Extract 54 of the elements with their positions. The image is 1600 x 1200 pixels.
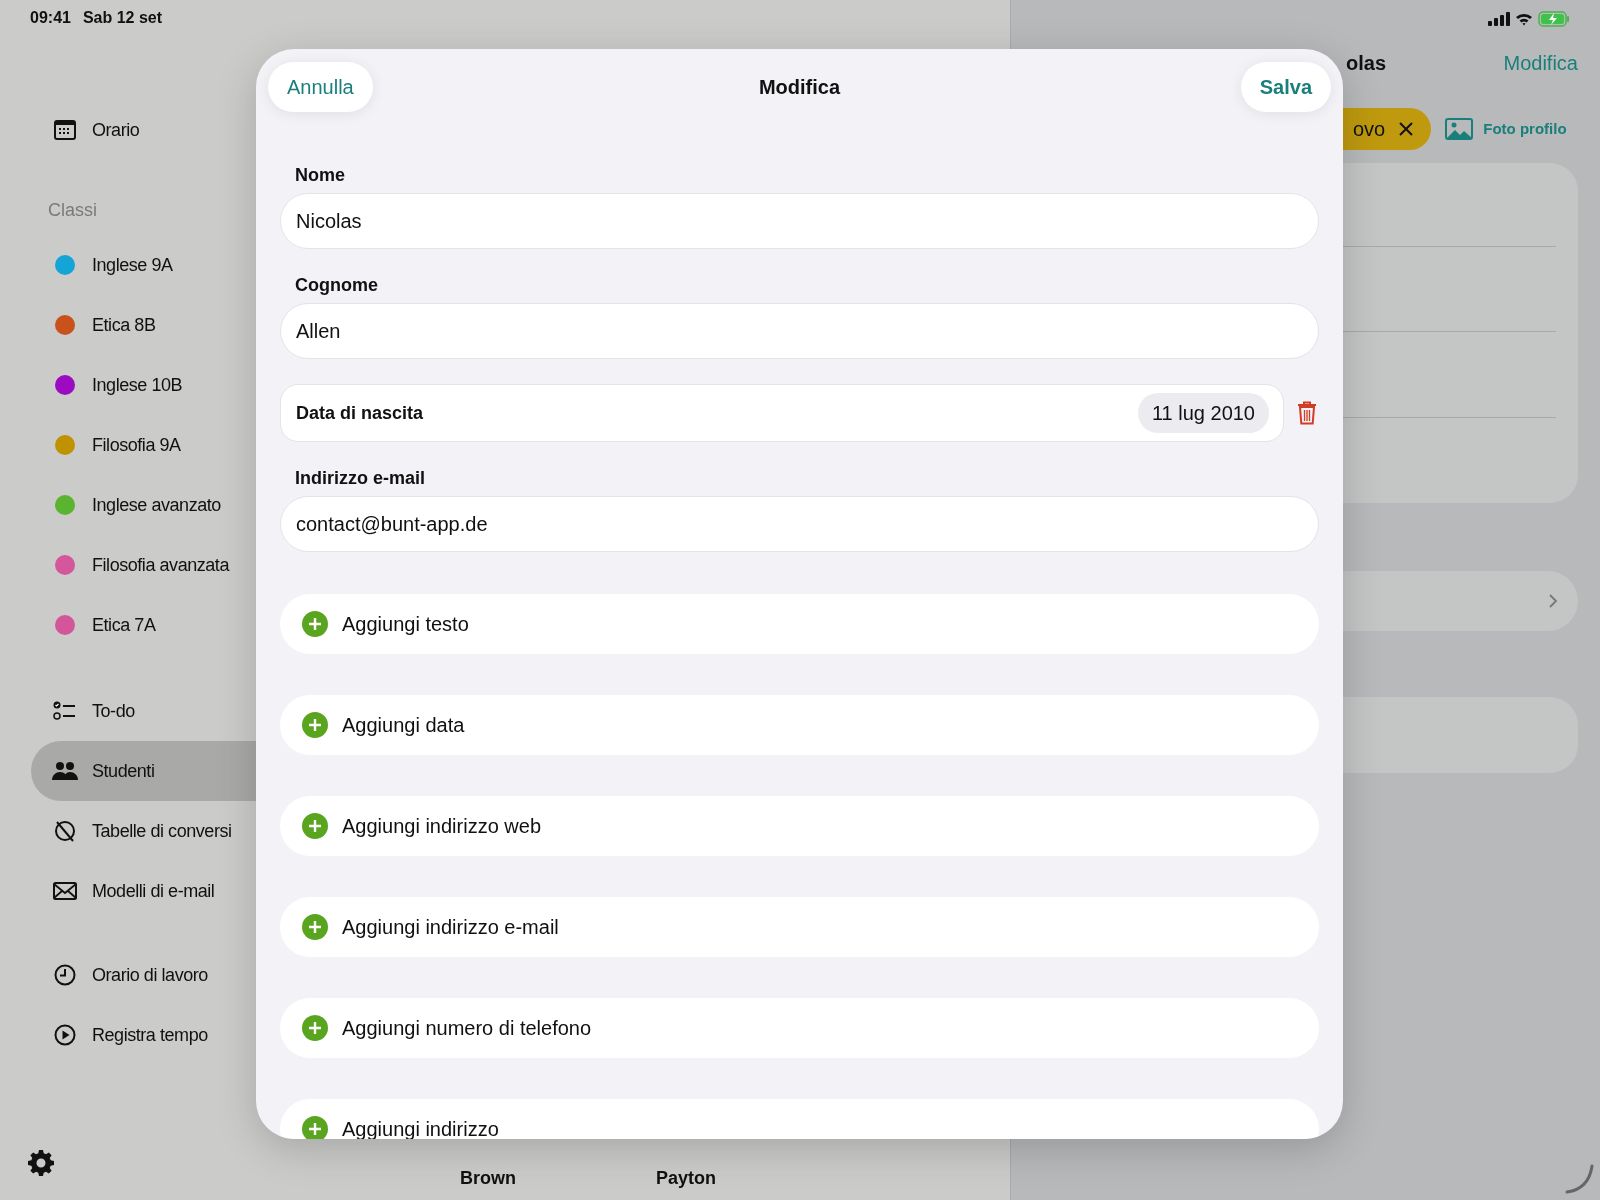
close-icon [1399,122,1414,136]
dialog-title: Modifica [758,75,841,100]
field-label: Cognome [294,274,379,296]
class-item[interactable]: Inglese 10B [31,355,256,415]
class-item[interactable]: Filosofia 9A [31,415,256,475]
plus-circle-icon [302,914,328,940]
plus-circle-icon [302,1015,328,1041]
class-item[interactable]: Inglese avanzato [31,475,256,535]
sidebar-item[interactable]: Modelli di e-mail [31,861,256,921]
field-label: Data di nascita [296,401,424,425]
plus-circle-icon [302,813,328,839]
slashed-circle-icon [52,818,78,844]
class-item[interactable]: Inglese 9A [31,235,256,295]
settings-icon[interactable] [27,1149,55,1177]
wifi-icon [1515,12,1533,26]
plus-circle-icon [302,712,328,738]
sidebar-item[interactable]: To-do [31,681,256,741]
plus-circle-icon [302,611,328,637]
text-field[interactable]: contact@bunt-app.de [280,496,1319,552]
status-date: Sab 12 set [82,8,163,28]
sidebar-item[interactable]: Tabelle di conversi [31,801,256,861]
text-field[interactable]: Allen [280,303,1319,359]
corner-arc-icon [1564,1164,1594,1194]
clock-icon [52,962,78,988]
sidebar-item[interactable]: Studenti [31,741,256,801]
status-time: 09:41 [30,8,71,28]
column-header: Brown [460,1167,516,1190]
add-row-button[interactable]: Aggiungi data [280,695,1319,755]
battery-icon [1538,11,1570,27]
signal-icon [1488,12,1510,26]
add-row-button[interactable]: Aggiungi numero di telefono [280,998,1319,1058]
add-row-button[interactable]: Aggiungi testo [280,594,1319,654]
save-button[interactable]: Salva [1240,62,1331,112]
add-row-button[interactable]: Aggiungi indirizzo web [280,796,1319,856]
field-label: Nome [294,164,346,186]
sidebar-item[interactable]: Orario di lavoro [31,945,256,1005]
column-header: Payton [656,1167,716,1190]
sidebar-item[interactable]: Registra tempo [31,1005,256,1065]
class-item[interactable]: Etica 8B [31,295,256,355]
date-picker-button[interactable]: 11 lug 2010 [1137,393,1269,433]
calendar-icon [52,117,78,143]
class-item[interactable]: Etica 7A [31,595,256,655]
chevron-right-icon [1548,593,1558,609]
text-field[interactable]: Nicolas [280,193,1319,249]
add-row-button[interactable]: Aggiungi indirizzo e-mail [280,897,1319,957]
sidebar-item[interactable]: Orario [31,100,256,160]
cancel-button[interactable]: Annulla [268,62,373,112]
class-item[interactable]: Filosofia avanzata [31,535,256,595]
image-icon [1445,118,1474,140]
trash-icon[interactable] [1297,401,1317,425]
field-label: Indirizzo e-mail [294,467,427,489]
play-icon [52,1022,78,1048]
detail-title: olas [1345,51,1387,76]
section-heading: Classi [47,199,98,221]
